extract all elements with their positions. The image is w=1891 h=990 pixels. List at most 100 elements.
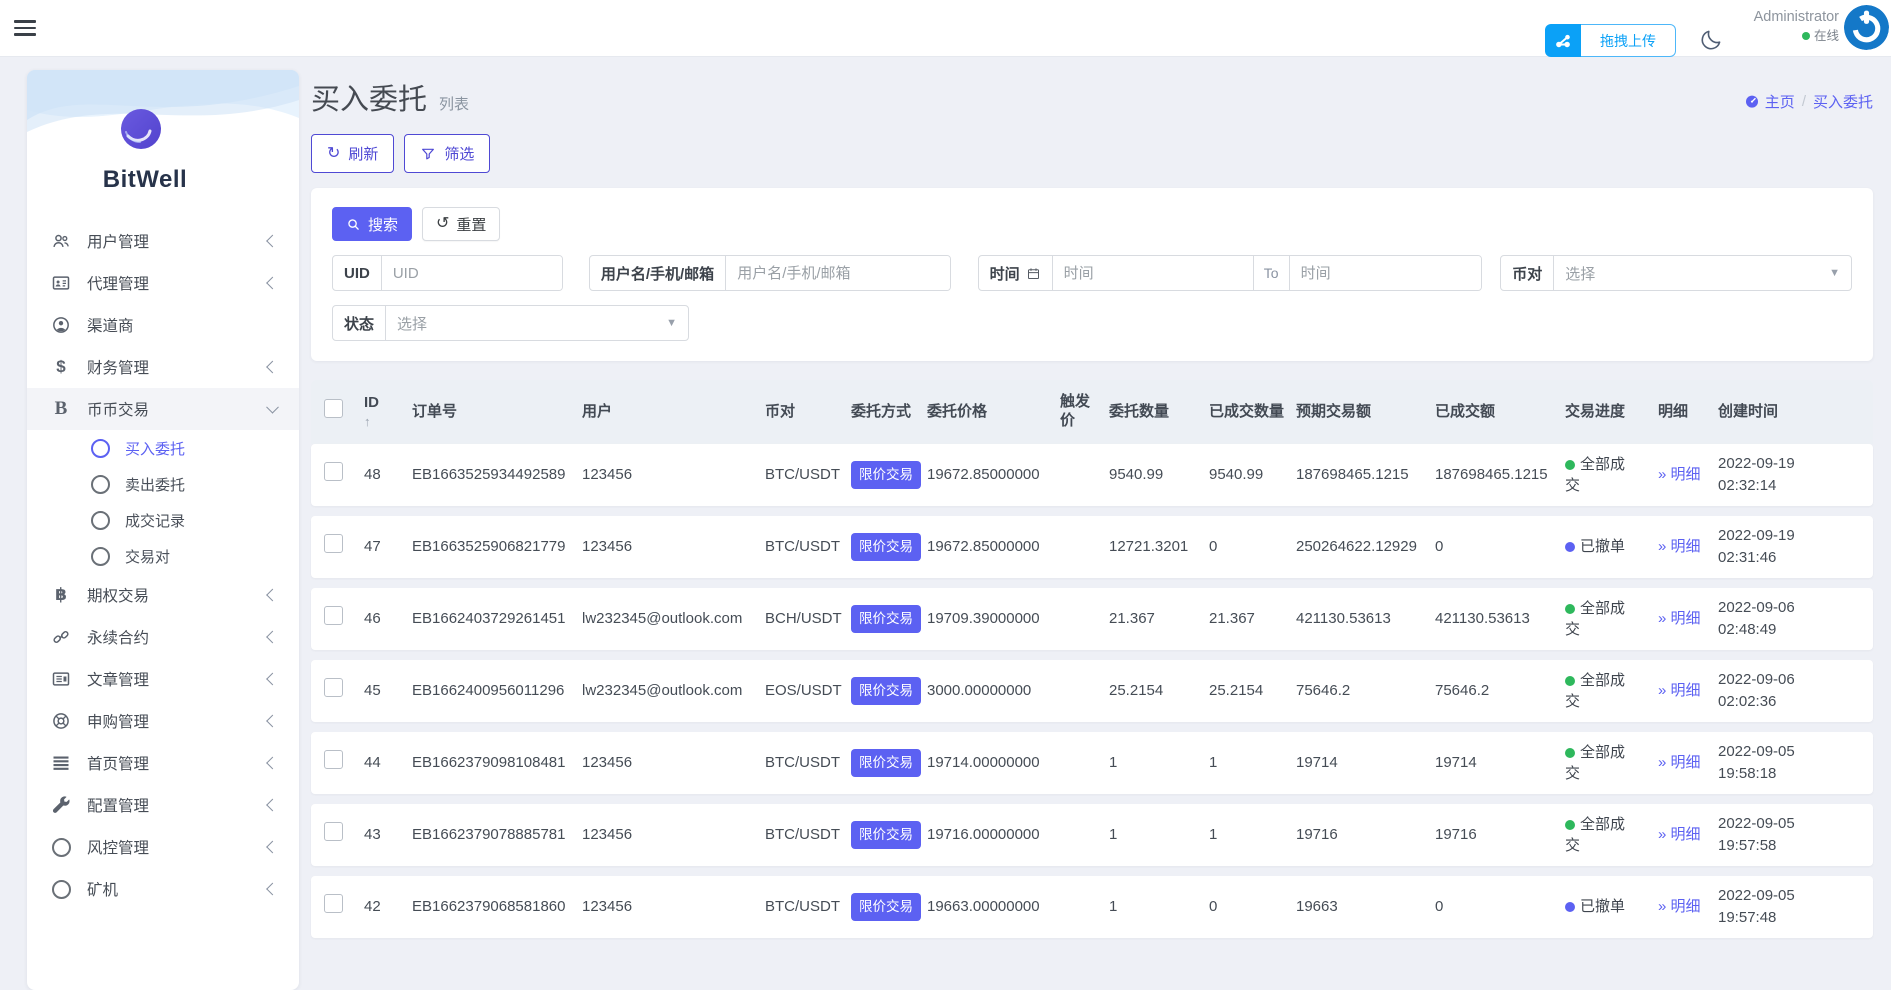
btc-icon: ฿ — [55, 585, 67, 604]
column-progress: 交易进度 — [1565, 402, 1626, 420]
sidebar-item-homepage[interactable]: 首页管理 — [27, 742, 299, 784]
breadcrumb-current[interactable]: 买入委托 — [1813, 91, 1873, 112]
column-id[interactable]: ID ↑ — [364, 394, 412, 430]
uid-field-group: UID — [332, 255, 563, 291]
status-dot-icon — [1565, 819, 1575, 830]
sidebar-item-miner[interactable]: 矿机 — [27, 868, 299, 910]
sidebar-item-subscription[interactable]: 申购管理 — [27, 700, 299, 742]
status-badge: 已撤单 — [1565, 536, 1639, 557]
sidebar-toggle-button[interactable] — [14, 16, 36, 38]
cell-created-at: 2022-09-05 19:58:18 — [1718, 743, 1795, 782]
breadcrumb-home-link[interactable]: 主页 — [1744, 91, 1795, 112]
reset-button[interactable]: ↺ 重置 — [422, 207, 501, 241]
upload-widget[interactable]: 拖拽上传 — [1545, 24, 1676, 57]
table-header: ID ↑ 订单号 用户 币对 委托方式 委托价格 触发价 委托数量 已成交数量 … — [311, 380, 1873, 444]
search-icon — [348, 218, 359, 230]
cell-order-no: EB1662400956011296 — [412, 682, 565, 700]
search-button[interactable]: 搜索 — [332, 207, 413, 241]
sidebar-item-config[interactable]: 配置管理 — [27, 784, 299, 826]
funnel-icon — [422, 148, 435, 159]
upload-button-label[interactable]: 拖拽上传 — [1581, 24, 1676, 57]
home-icon — [1745, 95, 1758, 108]
cell-turnover: 75646.2 — [1435, 682, 1490, 700]
row-checkbox[interactable] — [324, 462, 343, 482]
detail-link[interactable]: » 明细 — [1658, 608, 1702, 629]
detail-link[interactable]: » 明细 — [1658, 464, 1702, 485]
cell-pair: BTC/USDT — [765, 898, 840, 916]
time-to-input[interactable] — [1289, 256, 1482, 290]
refresh-button[interactable]: ↻ 刷新 — [311, 134, 395, 173]
user-status: 在线 — [1754, 28, 1839, 45]
sidebar-subitem-trading-pairs[interactable]: 交易对 — [27, 538, 299, 574]
cell-filled: 0 — [1209, 898, 1218, 916]
cell-id: 43 — [364, 826, 381, 844]
cell-filled: 9540.99 — [1209, 466, 1264, 484]
sidebar-item-finance[interactable]: $ 财务管理 — [27, 346, 299, 388]
sidebar-subitem-sell-orders[interactable]: 卖出委托 — [27, 466, 299, 502]
row-checkbox[interactable] — [324, 606, 343, 626]
sidebar-subitem-trade-records[interactable]: 成交记录 — [27, 502, 299, 538]
cell-user: 123456 — [582, 826, 633, 844]
cell-order-no: EB1662379098108481 — [412, 754, 566, 772]
page-subtitle: 列表 — [439, 96, 470, 113]
page-title: 买入委托 — [311, 84, 428, 116]
cell-order-no: EB1662379068581860 — [412, 898, 566, 916]
cell-amount: 1 — [1109, 754, 1118, 772]
cell-created-at: 2022-09-19 02:32:14 — [1718, 455, 1795, 494]
row-checkbox[interactable] — [324, 822, 343, 842]
cell-user: lw232345@outlook.com — [582, 682, 743, 700]
cell-turnover: 19714 — [1435, 754, 1477, 772]
sidebar-item-perpetual[interactable]: 永续合约 — [27, 616, 299, 658]
circle-icon — [49, 878, 73, 900]
dark-mode-toggle[interactable] — [1699, 28, 1723, 52]
sidebar-item-articles[interactable]: 文章管理 — [27, 658, 299, 700]
status-dot-icon — [1565, 603, 1575, 614]
user-info: Administrator 在线 — [1754, 8, 1839, 44]
select-all-checkbox[interactable] — [324, 399, 343, 419]
sidebar-item-options-trade[interactable]: ฿期权交易 — [27, 574, 299, 616]
cell-created-at: 2022-09-06 02:48:49 — [1718, 599, 1795, 638]
cell-price: 19714.00000000 — [927, 754, 1040, 772]
order-type-badge: 限价交易 — [851, 749, 921, 777]
double-chevron-icon: » — [1658, 682, 1667, 700]
cell-expected: 19714 — [1296, 754, 1338, 772]
chevron-left-icon — [266, 234, 279, 248]
sidebar-item-agents[interactable]: 代理管理 — [27, 262, 299, 304]
breadcrumb: 主页 / 买入委托 — [1744, 91, 1873, 112]
order-type-badge: 限价交易 — [851, 533, 921, 561]
detail-link[interactable]: » 明细 — [1658, 536, 1702, 557]
chevron-left-icon — [266, 630, 279, 644]
cell-id: 45 — [364, 682, 381, 700]
column-pair: 币对 — [765, 402, 796, 420]
time-from-input[interactable] — [1052, 256, 1253, 290]
avatar[interactable] — [1844, 5, 1889, 50]
detail-link[interactable]: » 明细 — [1658, 680, 1702, 701]
orders-table: ID ↑ 订单号 用户 币对 委托方式 委托价格 触发价 委托数量 已成交数量 … — [311, 380, 1873, 938]
table-row: 44 EB1662379098108481 123456 BTC/USDT 限价… — [311, 732, 1873, 794]
row-checkbox[interactable] — [324, 678, 343, 698]
sidebar-item-users[interactable]: 用户管理 — [27, 220, 299, 262]
detail-link[interactable]: » 明细 — [1658, 896, 1702, 917]
uid-input[interactable] — [381, 256, 562, 290]
status-select[interactable]: 选择 ▼ — [386, 306, 688, 340]
sidebar-subitem-buy-orders[interactable]: 买入委托 — [27, 430, 299, 466]
double-chevron-icon: » — [1658, 466, 1667, 484]
brand-name: BitWell — [102, 166, 188, 193]
cell-created-at: 2022-09-05 19:57:48 — [1718, 887, 1795, 926]
user-input[interactable] — [726, 256, 950, 290]
row-checkbox[interactable] — [324, 894, 343, 914]
sidebar-item-risk[interactable]: 风控管理 — [27, 826, 299, 868]
cell-amount: 1 — [1109, 898, 1118, 916]
detail-link[interactable]: » 明细 — [1658, 824, 1702, 845]
double-chevron-icon: » — [1658, 538, 1667, 556]
breadcrumb-separator: / — [1801, 92, 1806, 110]
row-checkbox[interactable] — [324, 750, 343, 770]
filter-button[interactable]: 筛选 — [404, 134, 491, 173]
uid-label: UID — [333, 256, 382, 290]
sidebar-header: BitWell — [27, 70, 299, 212]
sidebar-item-spot-trade[interactable]: B 币币交易 — [27, 388, 299, 430]
pair-select[interactable]: 选择 ▼ — [1554, 256, 1851, 290]
row-checkbox[interactable] — [324, 534, 343, 554]
sidebar-item-channel[interactable]: 渠道商 — [27, 304, 299, 346]
detail-link[interactable]: » 明细 — [1658, 752, 1702, 773]
